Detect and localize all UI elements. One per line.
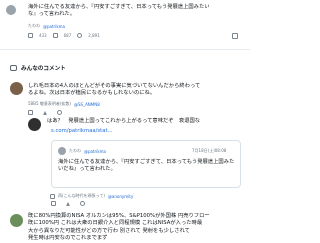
quoted-post[interactable]: たわわ @patrikma 7月18日(土)08:08 海外に住んでる友達から、… [51, 140, 241, 188]
quote-text-line: いだね』って言われた。 [58, 166, 116, 173]
comment-text-line: 既に100%円 これは大衆の日銀介入と同程規模 これはNISAが入った時最 [28, 220, 203, 227]
like-icon[interactable] [77, 33, 83, 38]
reply-count: 433 [39, 33, 47, 38]
comment-text: はあ？ 発展途上国ってこれから上がるって意味だぞ 衰退国な [47, 118, 242, 125]
comment-meta-row: 5BB5 敬意表明者(拡散) @SS_ANMN8 [28, 101, 100, 107]
comment-actions-row [28, 110, 62, 115]
author-name[interactable]: 5BB5 敬意表明者(拡散) [28, 101, 71, 107]
quote-time-text: 7月18日(土)08:08 [192, 148, 227, 153]
avatar[interactable] [28, 118, 41, 131]
reply-icon[interactable] [51, 201, 56, 206]
avatar[interactable] [10, 82, 23, 95]
repost-row: 再(こんな時代を頑張って) @anonymity [50, 193, 133, 199]
repost-label: 再(こんな時代を頑張って) [58, 193, 105, 198]
comment-actions-row [51, 201, 85, 206]
repost-icon[interactable] [66, 201, 70, 206]
repost-icon[interactable] [43, 110, 47, 115]
share-icon[interactable] [232, 33, 238, 39]
like-icon[interactable] [80, 201, 85, 206]
comment-text: しれ毛日本の4人のほとんどがその事実に気づいてないんだから終わって るよね。次は… [28, 83, 242, 98]
post-text-line: な』って言われた。 [28, 11, 76, 18]
avatar[interactable] [6, 5, 16, 15]
chat-icon [10, 65, 17, 71]
comment-text-line: るよね。次は日本が植民になるかもしれないのにね。 [28, 90, 156, 97]
divider [0, 49, 250, 50]
author-name[interactable]: たわわ [28, 23, 40, 29]
reply-icon[interactable] [28, 110, 33, 115]
repost-count: 687 [63, 33, 72, 38]
reply-icon[interactable] [28, 33, 33, 38]
author-handle[interactable]: @SS_ANMN8 [74, 102, 100, 107]
link-text[interactable]: s.com/patrikmaa/stat... [51, 128, 113, 134]
post-stats-row: 433 687 2,891 [28, 33, 100, 38]
avatar [58, 147, 66, 155]
comments-header: みんなのコメント [10, 64, 66, 72]
link-preview[interactable]: s.com/patrikmaa/stat... [51, 128, 241, 135]
quote-author: たわわ [69, 148, 81, 153]
avatar[interactable] [10, 214, 23, 227]
post-meta-row: たわわ @patrikma [28, 23, 65, 29]
comment-text-line: 発生時は円安なのでこれまでまず [28, 235, 108, 242]
author-handle[interactable]: @patrikma [43, 24, 65, 29]
quote-text: 海外に住んでる友達から、『円安すごすぎて、日本ってもう発展途上国みた いだね』っ… [58, 159, 236, 174]
repost-icon [50, 193, 55, 199]
repost-handle[interactable]: @anonymity [108, 194, 133, 199]
comment-text-line: はあ？ 発展途上国ってこれから上がるって意味だぞ 衰退国な [47, 118, 201, 124]
quote-handle: @patrikma [84, 148, 106, 154]
like-count: 2,891 [88, 33, 100, 38]
post-text: 海外に住んでる友達から、『円安すごすぎて、日本ってもう発展途上国みたい な』って… [28, 4, 242, 19]
comments-header-label: みんなのコメント [21, 66, 66, 72]
quote-author-row: たわわ @patrikma [69, 148, 106, 154]
comment-text: 既に80%円換算のNISA オルカンは95%、S&P100%が外国株 円売りフロ… [28, 213, 242, 243]
quote-time: 7月18日(土)08:08 [192, 148, 226, 154]
like-icon[interactable] [57, 110, 62, 115]
repost-icon[interactable] [52, 33, 58, 38]
